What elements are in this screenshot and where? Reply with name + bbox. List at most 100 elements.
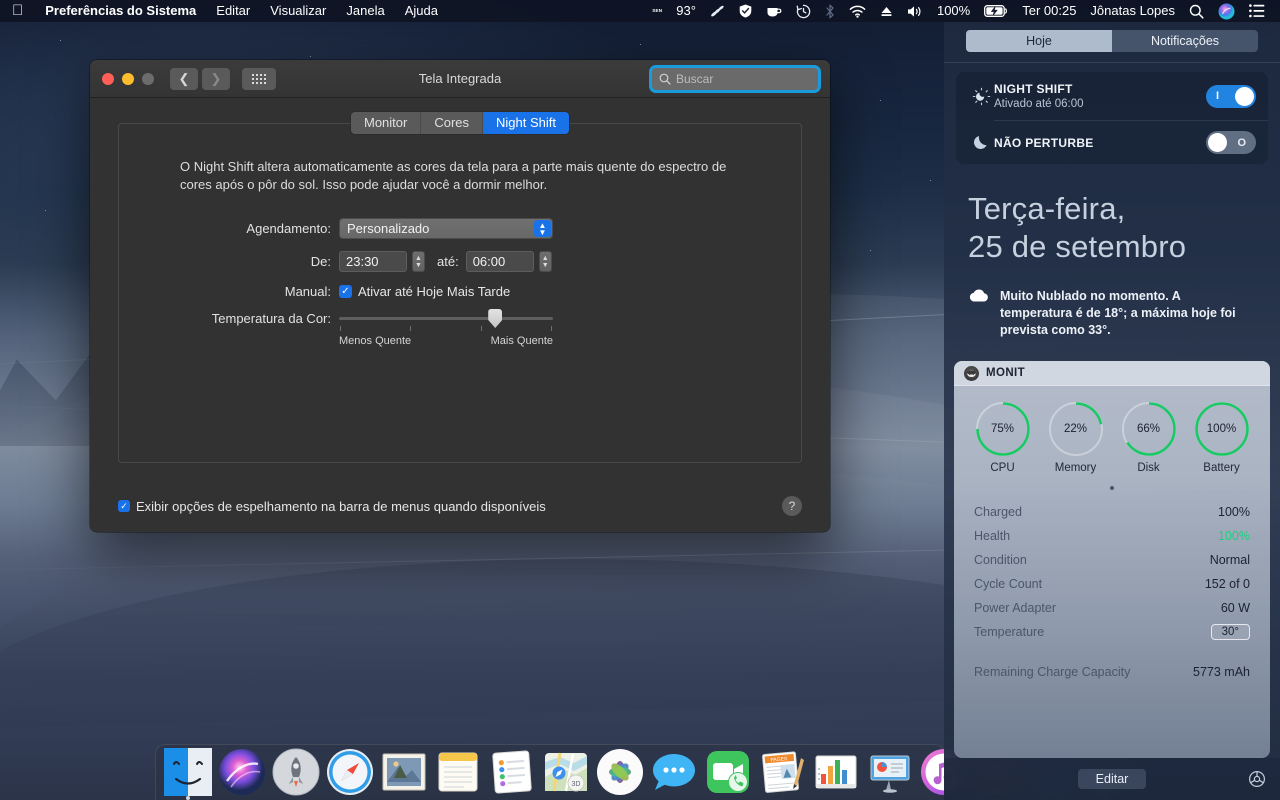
coffee-cup-icon[interactable]: [759, 5, 789, 18]
notification-center-footer: Editar: [944, 758, 1280, 800]
dock-item-messages[interactable]: [650, 748, 698, 796]
time-range-row: 23:30 ▲ ▼ até: 06:00 ▲ ▼: [339, 251, 801, 272]
dock-item-reminders[interactable]: [488, 748, 536, 796]
eject-icon[interactable]: [873, 5, 900, 18]
night-shift-form: Agendamento: Personalizado ▲ ▼ De: 23:30 …: [119, 218, 801, 347]
manual-label: Manual:: [284, 284, 331, 299]
menubar-temperature[interactable]: 93°: [669, 0, 703, 22]
notification-center-icon[interactable]: [1242, 4, 1272, 18]
dock-item-finder[interactable]: [164, 748, 212, 800]
dock-item-mail[interactable]: [380, 748, 428, 796]
battery-charging-icon[interactable]: [977, 5, 1015, 17]
schedule-dropdown[interactable]: Personalizado ▲ ▼: [339, 218, 553, 239]
tab-bar[interactable]: Monitor Cores Night Shift: [118, 112, 802, 134]
mirror-checkbox[interactable]: ✓: [118, 500, 130, 512]
menubar-user-name[interactable]: Jônatas Lopes: [1083, 0, 1182, 22]
sensor-badge-icon[interactable]: SEN: [645, 8, 669, 13]
dock-item-launchpad[interactable]: [272, 748, 320, 796]
monit-page-indicator[interactable]: [954, 474, 1270, 490]
menu-item-editar[interactable]: Editar: [206, 0, 260, 22]
stat-value: 5773 mAh: [1193, 665, 1250, 679]
search-input[interactable]: [676, 71, 818, 86]
battery-ring: 100%: [1194, 402, 1249, 456]
do-not-disturb-text: NÃO PERTURBE: [994, 136, 1206, 150]
tab-cores[interactable]: Cores: [421, 112, 484, 134]
slider-track[interactable]: [339, 317, 553, 320]
bluetooth-icon[interactable]: [818, 4, 842, 19]
wifi-icon[interactable]: [842, 5, 873, 18]
grid-icon: [252, 73, 266, 84]
edit-button[interactable]: Editar: [1077, 769, 1147, 789]
forward-button[interactable]: ❯: [202, 67, 230, 90]
apple-menu-icon[interactable]: : [10, 0, 35, 22]
memory-arc: [1048, 402, 1103, 456]
menu-item-ajuda[interactable]: Ajuda: [395, 0, 448, 22]
manual-checkbox[interactable]: ✓: [339, 285, 352, 298]
manual-checkbox-row[interactable]: ✓ Ativar até Hoje Mais Tarde: [339, 284, 801, 299]
dock[interactable]: 3D PAGES: [155, 744, 1129, 800]
to-time-stepper[interactable]: ▲ ▼: [538, 251, 552, 272]
monit-logo-icon: [964, 365, 979, 381]
menu-item-janela[interactable]: Janela: [336, 0, 394, 22]
to-time-input[interactable]: 06:00: [465, 251, 534, 272]
tab-monitor[interactable]: Monitor: [350, 112, 422, 134]
tab-hoje[interactable]: Hoje: [966, 30, 1112, 52]
stat-row: Condition Normal: [974, 548, 1250, 572]
istat-menus-icon[interactable]: [703, 5, 732, 18]
mirror-checkbox-row[interactable]: ✓ Exibir opções de espelhamento na barra…: [118, 499, 546, 514]
do-not-disturb-toggle-row[interactable]: NÃO PERTURBE O: [956, 121, 1268, 164]
zoom-button[interactable]: [142, 72, 154, 85]
dock-item-safari[interactable]: [326, 748, 374, 796]
monit-ring-memory[interactable]: 22% Memory: [1048, 402, 1103, 474]
dock-item-notes[interactable]: [434, 748, 482, 796]
night-shift-switch[interactable]: I: [1206, 84, 1256, 108]
monit-ring-battery[interactable]: 100% Battery: [1194, 402, 1249, 474]
stat-row: Charged 100%: [974, 500, 1250, 524]
memory-ring: 22%: [1048, 402, 1103, 456]
help-button[interactable]: ?: [782, 496, 802, 516]
dock-item-photos[interactable]: [596, 748, 644, 796]
cpu-ring: 75%: [975, 402, 1030, 456]
dock-item-numbers[interactable]: [812, 748, 860, 796]
night-shift-toggle-row[interactable]: NIGHT SHIFT Ativado até 06:00 I: [956, 72, 1268, 120]
from-time-stepper[interactable]: ▲ ▼: [412, 251, 425, 272]
monit-widget[interactable]: MONIT 75% CPU 22% Memory 66% Disk 100% B…: [954, 361, 1270, 758]
gear-icon[interactable]: [1248, 770, 1266, 788]
notification-center-tabs[interactable]: Hoje Notificações: [944, 22, 1280, 62]
weather-text: Muito Nublado no momento. A temperatura …: [1000, 289, 1236, 337]
monit-ring-disk[interactable]: 66% Disk: [1121, 402, 1176, 474]
do-not-disturb-switch[interactable]: O: [1206, 131, 1256, 154]
tab-night-shift[interactable]: Night Shift: [483, 112, 570, 134]
minimize-button[interactable]: [122, 72, 134, 85]
switch-knob: [1208, 133, 1227, 152]
stat-row: Health 100%: [974, 524, 1250, 548]
shield-icon[interactable]: [732, 4, 759, 18]
temperature-slider[interactable]: Menos Quente Mais Quente: [339, 309, 553, 347]
siri-icon[interactable]: [1211, 3, 1242, 20]
chevron-updown-icon[interactable]: ▲ ▼: [534, 220, 551, 237]
stat-key: Remaining Charge Capacity: [974, 665, 1131, 679]
spotlight-search-icon[interactable]: [1182, 4, 1211, 19]
battery-percentage[interactable]: 100%: [930, 0, 977, 22]
back-button[interactable]: ❮: [170, 67, 198, 90]
from-time-input[interactable]: 23:30: [339, 251, 407, 272]
dock-item-siri[interactable]: [218, 748, 266, 796]
notification-center[interactable]: Hoje Notificações NIGHT SHIFT Ativado at…: [944, 22, 1280, 800]
window-controls[interactable]: [102, 72, 154, 85]
dock-item-keynote[interactable]: [866, 748, 914, 796]
tab-notificacoes[interactable]: Notificações: [1112, 30, 1258, 52]
monit-ring-cpu[interactable]: 75% CPU: [975, 402, 1030, 474]
show-all-button[interactable]: [242, 67, 276, 90]
menubar-clock[interactable]: Ter 00:25: [1015, 0, 1083, 22]
close-button[interactable]: [102, 72, 114, 85]
dock-item-facetime[interactable]: [704, 748, 752, 796]
system-preferences-window[interactable]: ❮ ❯ Tela Integrada Buscar Monitor Cores …: [90, 60, 830, 532]
dock-item-maps[interactable]: 3D: [542, 748, 590, 796]
search-field[interactable]: [652, 67, 818, 90]
window-titlebar[interactable]: ❮ ❯ Tela Integrada: [90, 60, 830, 98]
dock-item-pages[interactable]: PAGES: [758, 748, 806, 796]
menu-item-visualizar[interactable]: Visualizar: [260, 0, 336, 22]
menu-item-system-preferences[interactable]: Preferências do Sistema: [35, 0, 206, 22]
volume-icon[interactable]: [900, 5, 930, 18]
time-machine-icon[interactable]: [789, 4, 818, 19]
